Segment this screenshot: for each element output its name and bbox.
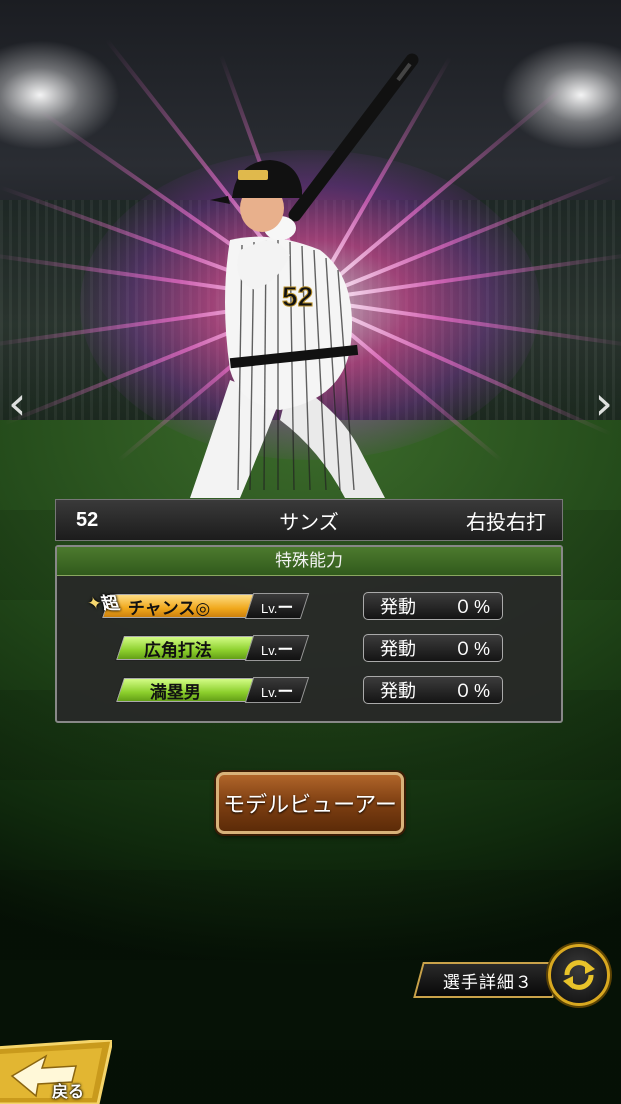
svg-text:52: 52 [282,281,313,312]
chevron-left-icon: ‹ [8,376,27,430]
ability-name: 広角打法 [144,640,212,661]
next-player-arrow[interactable]: › [595,380,613,426]
activation-percent: ０% [453,597,492,617]
activation-label: 発動 [380,639,416,660]
activation-label: 発動 [380,681,416,702]
ability-level: Lv.ー [244,677,310,703]
player-illustration: 52 [190,53,419,498]
special-abilities-panel: 特殊能力 チャンス◎ ✦超 Lv.ー 発動 ０% 広角打法 Lv.ー 発動 ０%… [55,545,563,723]
ability-row[interactable]: 広角打法 Lv.ー 発動 ０% [57,633,561,663]
panel-header: 特殊能力 [57,547,561,576]
swap-icon [563,960,595,990]
ability-row[interactable]: 満塁男 Lv.ー 発動 ０% [57,675,561,705]
player-info-bar: 52 サンズ 右投右打 [55,499,563,541]
activation-status: 発動 ０% [363,676,503,704]
ability-level: Lv.ー [244,593,310,619]
ability-row[interactable]: チャンス◎ ✦超 Lv.ー 発動 ０% [57,591,561,621]
player-detail-label: 選手詳細３ [443,972,533,993]
ability-name: 満塁男 [150,682,201,703]
ability-name: チャンス◎ [128,598,211,619]
player-handedness: 右投右打 [466,509,546,534]
player-detail-button[interactable]: 選手詳細３ [413,962,563,998]
model-viewer-button[interactable]: モデルビューアー [216,772,404,834]
activation-label: 発動 [380,597,416,618]
back-label: 戻る [52,1082,85,1101]
ability-badge: 広角打法 [114,635,258,661]
activation-percent: ０% [453,681,492,701]
swap-button[interactable] [548,944,610,1006]
prev-player-arrow[interactable]: ‹ [8,380,26,426]
activation-status: 発動 ０% [363,592,503,620]
ability-badge: チャンス◎ [100,593,258,619]
activation-percent: ０% [453,639,492,659]
ability-level: Lv.ー [244,635,310,661]
ability-badge: 満塁男 [114,677,258,703]
activation-status: 発動 ０% [363,634,503,662]
chevron-right-icon: › [594,376,613,430]
